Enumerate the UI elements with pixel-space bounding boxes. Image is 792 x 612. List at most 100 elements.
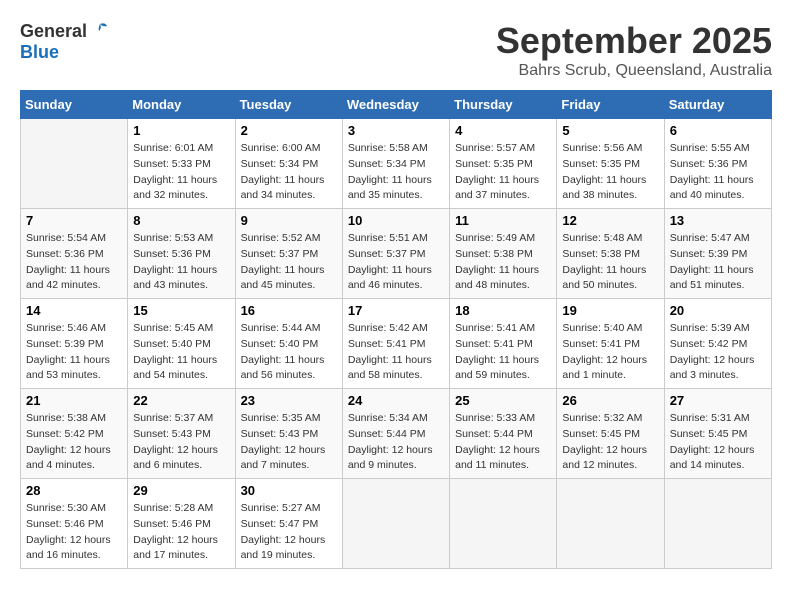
calendar-cell: 6 Sunrise: 5:55 AM Sunset: 5:36 PM Daylig…	[664, 119, 771, 209]
month-title: September 2025	[496, 20, 772, 62]
day-number: 16	[241, 303, 337, 318]
calendar-cell: 15 Sunrise: 5:45 AM Sunset: 5:40 PM Dayli…	[128, 299, 235, 389]
day-number: 17	[348, 303, 444, 318]
calendar-cell: 29 Sunrise: 5:28 AM Sunset: 5:46 PM Dayli…	[128, 479, 235, 569]
calendar-cell: 13Sunrise: 5:47 AM Sunset: 5:39 PM Dayli…	[664, 209, 771, 299]
calendar-cell: 22Sunrise: 5:37 AM Sunset: 5:43 PM Dayli…	[128, 389, 235, 479]
calendar-cell: 24Sunrise: 5:34 AM Sunset: 5:44 PM Dayli…	[342, 389, 449, 479]
calendar-cell: 8 Sunrise: 5:53 AM Sunset: 5:36 PM Daylig…	[128, 209, 235, 299]
day-number: 8	[133, 213, 229, 228]
day-info: Sunrise: 5:42 AM Sunset: 5:41 PM Dayligh…	[348, 321, 444, 384]
day-number: 15	[133, 303, 229, 318]
calendar-cell	[557, 479, 664, 569]
calendar-cell: 30Sunrise: 5:27 AM Sunset: 5:47 PM Dayli…	[235, 479, 342, 569]
day-number: 13	[670, 213, 766, 228]
calendar-cell: 3 Sunrise: 5:58 AM Sunset: 5:34 PM Daylig…	[342, 119, 449, 209]
header: General Blue September 2025 Bahrs Scrub,…	[20, 20, 772, 80]
day-number: 9	[241, 213, 337, 228]
logo-general: General	[20, 21, 87, 42]
day-number: 14	[26, 303, 122, 318]
calendar-cell: 19 Sunrise: 5:40 AM Sunset: 5:41 PM Dayli…	[557, 299, 664, 389]
week-row-3: 14 Sunrise: 5:46 AM Sunset: 5:39 PM Dayli…	[21, 299, 772, 389]
day-info: Sunrise: 5:35 AM Sunset: 5:43 PM Dayligh…	[241, 411, 337, 474]
calendar-cell: 12 Sunrise: 5:48 AM Sunset: 5:38 PM Dayli…	[557, 209, 664, 299]
day-header-tuesday: Tuesday	[235, 91, 342, 119]
day-number: 20	[670, 303, 766, 318]
day-number: 29	[133, 483, 229, 498]
calendar-cell: 17 Sunrise: 5:42 AM Sunset: 5:41 PM Dayli…	[342, 299, 449, 389]
day-number: 12	[562, 213, 658, 228]
calendar-cell: 25 Sunrise: 5:33 AM Sunset: 5:44 PM Dayli…	[450, 389, 557, 479]
logo-bird-icon	[89, 20, 111, 42]
calendar-cell: 16 Sunrise: 5:44 AM Sunset: 5:40 PM Dayli…	[235, 299, 342, 389]
title-area: September 2025 Bahrs Scrub, Queensland, …	[496, 20, 772, 80]
day-number: 3	[348, 123, 444, 138]
day-info: Sunrise: 5:46 AM Sunset: 5:39 PM Dayligh…	[26, 321, 122, 384]
day-number: 6	[670, 123, 766, 138]
day-header-saturday: Saturday	[664, 91, 771, 119]
calendar-cell: 14 Sunrise: 5:46 AM Sunset: 5:39 PM Dayli…	[21, 299, 128, 389]
week-row-4: 21Sunrise: 5:38 AM Sunset: 5:42 PM Dayli…	[21, 389, 772, 479]
day-info: Sunrise: 5:28 AM Sunset: 5:46 PM Dayligh…	[133, 501, 229, 564]
day-number: 7	[26, 213, 122, 228]
calendar-cell	[664, 479, 771, 569]
week-row-2: 7Sunrise: 5:54 AM Sunset: 5:36 PM Daylig…	[21, 209, 772, 299]
calendar-table: SundayMondayTuesdayWednesdayThursdayFrid…	[20, 90, 772, 569]
logo: General Blue	[20, 20, 111, 63]
day-info: Sunrise: 5:34 AM Sunset: 5:44 PM Dayligh…	[348, 411, 444, 474]
day-info: Sunrise: 5:48 AM Sunset: 5:38 PM Dayligh…	[562, 231, 658, 294]
day-number: 1	[133, 123, 229, 138]
day-info: Sunrise: 5:31 AM Sunset: 5:45 PM Dayligh…	[670, 411, 766, 474]
day-header-thursday: Thursday	[450, 91, 557, 119]
day-info: Sunrise: 5:49 AM Sunset: 5:38 PM Dayligh…	[455, 231, 551, 294]
day-number: 27	[670, 393, 766, 408]
week-row-5: 28 Sunrise: 5:30 AM Sunset: 5:46 PM Dayli…	[21, 479, 772, 569]
day-number: 18	[455, 303, 551, 318]
day-info: Sunrise: 6:01 AM Sunset: 5:33 PM Dayligh…	[133, 141, 229, 204]
day-number: 23	[241, 393, 337, 408]
calendar-cell	[342, 479, 449, 569]
day-info: Sunrise: 5:39 AM Sunset: 5:42 PM Dayligh…	[670, 321, 766, 384]
calendar-cell: 9 Sunrise: 5:52 AM Sunset: 5:37 PM Daylig…	[235, 209, 342, 299]
calendar-cell: 10Sunrise: 5:51 AM Sunset: 5:37 PM Dayli…	[342, 209, 449, 299]
day-number: 22	[133, 393, 229, 408]
location-title: Bahrs Scrub, Queensland, Australia	[496, 62, 772, 80]
day-header-wednesday: Wednesday	[342, 91, 449, 119]
day-info: Sunrise: 5:38 AM Sunset: 5:42 PM Dayligh…	[26, 411, 122, 474]
calendar-cell	[21, 119, 128, 209]
day-info: Sunrise: 5:41 AM Sunset: 5:41 PM Dayligh…	[455, 321, 551, 384]
calendar-cell: 2Sunrise: 6:00 AM Sunset: 5:34 PM Daylig…	[235, 119, 342, 209]
day-info: Sunrise: 5:57 AM Sunset: 5:35 PM Dayligh…	[455, 141, 551, 204]
day-info: Sunrise: 5:52 AM Sunset: 5:37 PM Dayligh…	[241, 231, 337, 294]
day-info: Sunrise: 5:40 AM Sunset: 5:41 PM Dayligh…	[562, 321, 658, 384]
day-info: Sunrise: 5:53 AM Sunset: 5:36 PM Dayligh…	[133, 231, 229, 294]
calendar-cell: 27 Sunrise: 5:31 AM Sunset: 5:45 PM Dayli…	[664, 389, 771, 479]
day-number: 30	[241, 483, 337, 498]
calendar-cell: 20 Sunrise: 5:39 AM Sunset: 5:42 PM Dayli…	[664, 299, 771, 389]
day-number: 19	[562, 303, 658, 318]
day-number: 28	[26, 483, 122, 498]
day-number: 26	[562, 393, 658, 408]
calendar-cell: 18 Sunrise: 5:41 AM Sunset: 5:41 PM Dayli…	[450, 299, 557, 389]
day-info: Sunrise: 5:51 AM Sunset: 5:37 PM Dayligh…	[348, 231, 444, 294]
day-info: Sunrise: 5:33 AM Sunset: 5:44 PM Dayligh…	[455, 411, 551, 474]
week-row-1: 1 Sunrise: 6:01 AM Sunset: 5:33 PM Daylig…	[21, 119, 772, 209]
calendar-cell: 28 Sunrise: 5:30 AM Sunset: 5:46 PM Dayli…	[21, 479, 128, 569]
calendar-cell: 26Sunrise: 5:32 AM Sunset: 5:45 PM Dayli…	[557, 389, 664, 479]
day-header-friday: Friday	[557, 91, 664, 119]
day-info: Sunrise: 5:45 AM Sunset: 5:40 PM Dayligh…	[133, 321, 229, 384]
header-row: SundayMondayTuesdayWednesdayThursdayFrid…	[21, 91, 772, 119]
day-number: 25	[455, 393, 551, 408]
calendar-cell: 1 Sunrise: 6:01 AM Sunset: 5:33 PM Daylig…	[128, 119, 235, 209]
day-info: Sunrise: 6:00 AM Sunset: 5:34 PM Dayligh…	[241, 141, 337, 204]
calendar-cell: 4 Sunrise: 5:57 AM Sunset: 5:35 PM Daylig…	[450, 119, 557, 209]
day-header-monday: Monday	[128, 91, 235, 119]
day-info: Sunrise: 5:30 AM Sunset: 5:46 PM Dayligh…	[26, 501, 122, 564]
day-number: 11	[455, 213, 551, 228]
calendar-cell: 7Sunrise: 5:54 AM Sunset: 5:36 PM Daylig…	[21, 209, 128, 299]
day-number: 5	[562, 123, 658, 138]
day-info: Sunrise: 5:55 AM Sunset: 5:36 PM Dayligh…	[670, 141, 766, 204]
day-number: 4	[455, 123, 551, 138]
day-info: Sunrise: 5:58 AM Sunset: 5:34 PM Dayligh…	[348, 141, 444, 204]
day-info: Sunrise: 5:44 AM Sunset: 5:40 PM Dayligh…	[241, 321, 337, 384]
